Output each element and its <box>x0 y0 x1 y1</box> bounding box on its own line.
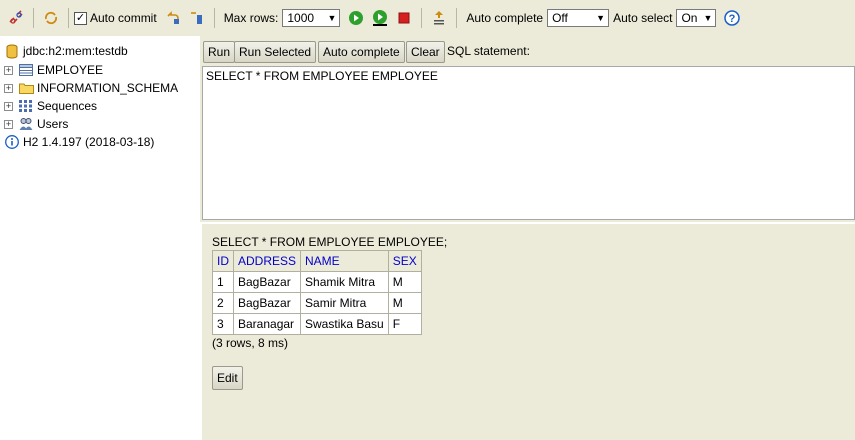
table-cell: 1 <box>212 271 234 293</box>
toolbar-separator <box>68 8 69 28</box>
table-cell: Swastika Basu <box>300 313 389 335</box>
table-header-row: ID ADDRESS NAME SEX <box>212 250 422 272</box>
expand-icon[interactable]: + <box>4 83 13 93</box>
auto-complete-label: Auto complete <box>466 11 544 25</box>
stop-icon[interactable] <box>394 8 414 28</box>
tree-item-label: EMPLOYEE <box>37 63 104 77</box>
table-row: 2 BagBazar Samir Mitra M <box>212 292 422 314</box>
auto-complete-select[interactable]: Off ▼ <box>547 9 610 27</box>
max-rows-value: 1000 <box>287 11 315 25</box>
run-selected-icon[interactable] <box>370 8 390 28</box>
users-icon <box>18 116 34 132</box>
auto-select-select[interactable]: On ▼ <box>676 9 717 27</box>
toolbar: ✓ Auto commit Max rows: 1000 ▼ Auto comp… <box>0 0 855 36</box>
tree-item-users[interactable]: + Users <box>4 115 68 133</box>
svg-text:?: ? <box>729 13 736 25</box>
folder-icon <box>18 80 34 96</box>
table-cell: BagBazar <box>232 292 302 314</box>
result-table: ID ADDRESS NAME SEX 1 BagBazar Shamik Mi… <box>212 250 422 335</box>
result-statement: SELECT * FROM EMPLOYEE EMPLOYEE; <box>212 235 448 249</box>
max-rows-select[interactable]: 1000 ▼ <box>282 9 341 27</box>
tree-item-information-schema[interactable]: + INFORMATION_SCHEMA <box>4 79 178 97</box>
column-header-name[interactable]: NAME <box>300 250 389 272</box>
rollback-icon[interactable] <box>163 8 183 28</box>
clear-button[interactable]: Clear <box>406 41 445 63</box>
expand-icon[interactable]: + <box>4 119 13 129</box>
tree-item-sequences[interactable]: + Sequences <box>4 97 97 115</box>
auto-commit-label: Auto commit <box>90 11 157 25</box>
max-rows-label: Max rows: <box>223 11 279 25</box>
table-cell: M <box>387 292 422 314</box>
tree-item-label: INFORMATION_SCHEMA <box>37 81 179 95</box>
database-icon <box>4 43 20 59</box>
toolbar-separator <box>421 8 423 28</box>
sql-statement-label: SQL statement: <box>447 44 530 58</box>
result-panel: SELECT * FROM EMPLOYEE EMPLOYEE; ID ADDR… <box>202 224 855 440</box>
tree-connection[interactable]: jdbc:h2:mem:testdb <box>4 42 128 60</box>
version-label: H2 1.4.197 (2018-03-18) <box>23 135 155 149</box>
auto-select-label: Auto select <box>613 11 673 25</box>
tree-item-label: Users <box>37 117 69 131</box>
query-panel: Run Run Selected Auto complete Clear SQL… <box>200 36 855 222</box>
table-cell: BagBazar <box>232 271 302 293</box>
history-icon[interactable] <box>429 8 449 28</box>
expand-icon[interactable]: + <box>4 101 13 111</box>
auto-commit-toggle[interactable]: ✓ Auto commit <box>74 8 161 28</box>
table-row: 1 BagBazar Shamik Mitra M <box>212 271 422 293</box>
run-icon[interactable] <box>346 8 366 28</box>
sequences-icon <box>18 98 34 114</box>
commit-icon[interactable] <box>187 8 207 28</box>
column-header-address[interactable]: ADDRESS <box>232 250 302 272</box>
tree-item-label: Sequences <box>37 99 98 113</box>
column-header-sex[interactable]: SEX <box>387 250 422 272</box>
toolbar-separator <box>33 8 34 28</box>
tree-item-employee[interactable]: + EMPLOYEE <box>4 61 103 79</box>
tree-version: H2 1.4.197 (2018-03-18) <box>4 133 154 151</box>
result-info: (3 rows, 8 ms) <box>212 336 289 350</box>
auto-select-value: On <box>681 11 698 25</box>
info-icon <box>4 134 20 150</box>
table-row: 3 Baranagar Swastika Basu F <box>212 313 422 335</box>
chevron-down-icon: ▼ <box>327 13 337 23</box>
table-cell: 3 <box>212 313 234 335</box>
table-icon <box>18 62 34 78</box>
table-cell: M <box>387 271 422 293</box>
auto-complete-value: Off <box>552 11 568 25</box>
schema-tree: jdbc:h2:mem:testdb + EMPLOYEE + INFORMAT… <box>0 36 200 440</box>
tree-connection-label: jdbc:h2:mem:testdb <box>23 44 128 58</box>
chevron-down-icon: ▼ <box>703 13 713 23</box>
help-icon[interactable]: ? <box>722 8 742 28</box>
table-cell: Samir Mitra <box>300 292 389 314</box>
auto-commit-checkbox[interactable]: ✓ <box>74 11 87 25</box>
disconnect-icon[interactable] <box>6 8 26 28</box>
edit-button[interactable]: Edit <box>212 366 243 390</box>
sql-editor[interactable]: SELECT * FROM EMPLOYEE EMPLOYEE <box>202 66 855 220</box>
column-header-id[interactable]: ID <box>212 250 234 272</box>
expand-icon[interactable]: + <box>4 65 13 75</box>
table-cell: Baranagar <box>232 313 302 335</box>
table-cell: Shamik Mitra <box>300 271 389 293</box>
auto-complete-button[interactable]: Auto complete <box>318 41 405 63</box>
run-selected-button[interactable]: Run Selected <box>234 41 317 63</box>
refresh-icon[interactable] <box>41 8 61 28</box>
table-cell: F <box>387 313 422 335</box>
toolbar-separator <box>456 8 458 28</box>
table-cell: 2 <box>212 292 234 314</box>
chevron-down-icon: ▼ <box>596 13 606 23</box>
run-button[interactable]: Run <box>203 41 236 63</box>
toolbar-separator <box>213 8 215 28</box>
